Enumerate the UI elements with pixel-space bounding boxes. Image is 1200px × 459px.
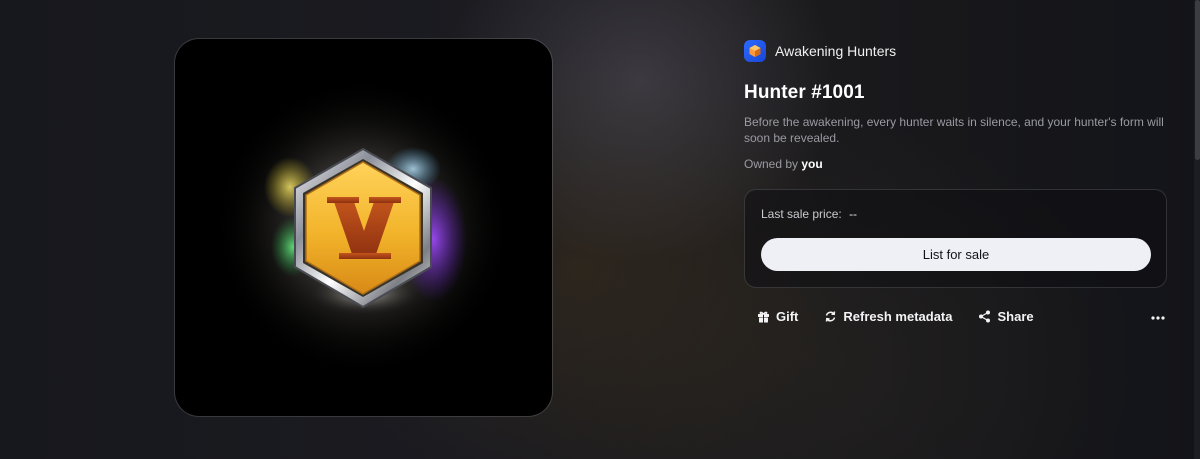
collection-name[interactable]: Awakening Hunters [775, 43, 896, 59]
item-details: Awakening Hunters Hunter #1001 Before th… [744, 40, 1167, 324]
share-button[interactable]: Share [978, 309, 1034, 324]
gift-label: Gift [776, 308, 799, 324]
collection-link[interactable]: Awakening Hunters [744, 40, 1167, 62]
more-options-button[interactable] [1148, 306, 1168, 326]
gift-button[interactable]: Gift [756, 309, 798, 324]
hunter-badge-image [213, 77, 513, 377]
refresh-label: Refresh metadata [843, 308, 953, 324]
last-sale-price: Last sale price: -- [761, 207, 857, 221]
last-sale-value: -- [849, 207, 858, 221]
share-icon [978, 309, 992, 323]
sale-panel: Last sale price: -- List for sale [744, 189, 1167, 288]
share-label: Share [997, 308, 1034, 324]
refresh-icon [823, 309, 837, 323]
last-sale-label: Last sale price: [761, 207, 842, 221]
nft-artwork[interactable] [175, 39, 552, 416]
page-scrollbar[interactable] [1194, 0, 1200, 459]
owner-info: Owned by you [744, 157, 1167, 171]
list-for-sale-button[interactable]: List for sale [761, 238, 1151, 271]
scrollbar-thumb[interactable] [1195, 0, 1200, 160]
owner-prefix: Owned by [744, 157, 799, 171]
owner-name[interactable]: you [801, 157, 822, 171]
item-actions: Gift Refresh metadata Share [756, 306, 1168, 326]
collection-cube-icon [744, 40, 766, 62]
gift-icon [756, 309, 770, 323]
item-description: Before the awakening, every hunter waits… [744, 115, 1164, 145]
more-horizontal-icon [1151, 307, 1165, 325]
refresh-metadata-button[interactable]: Refresh metadata [823, 308, 953, 324]
item-title: Hunter #1001 [744, 82, 865, 103]
